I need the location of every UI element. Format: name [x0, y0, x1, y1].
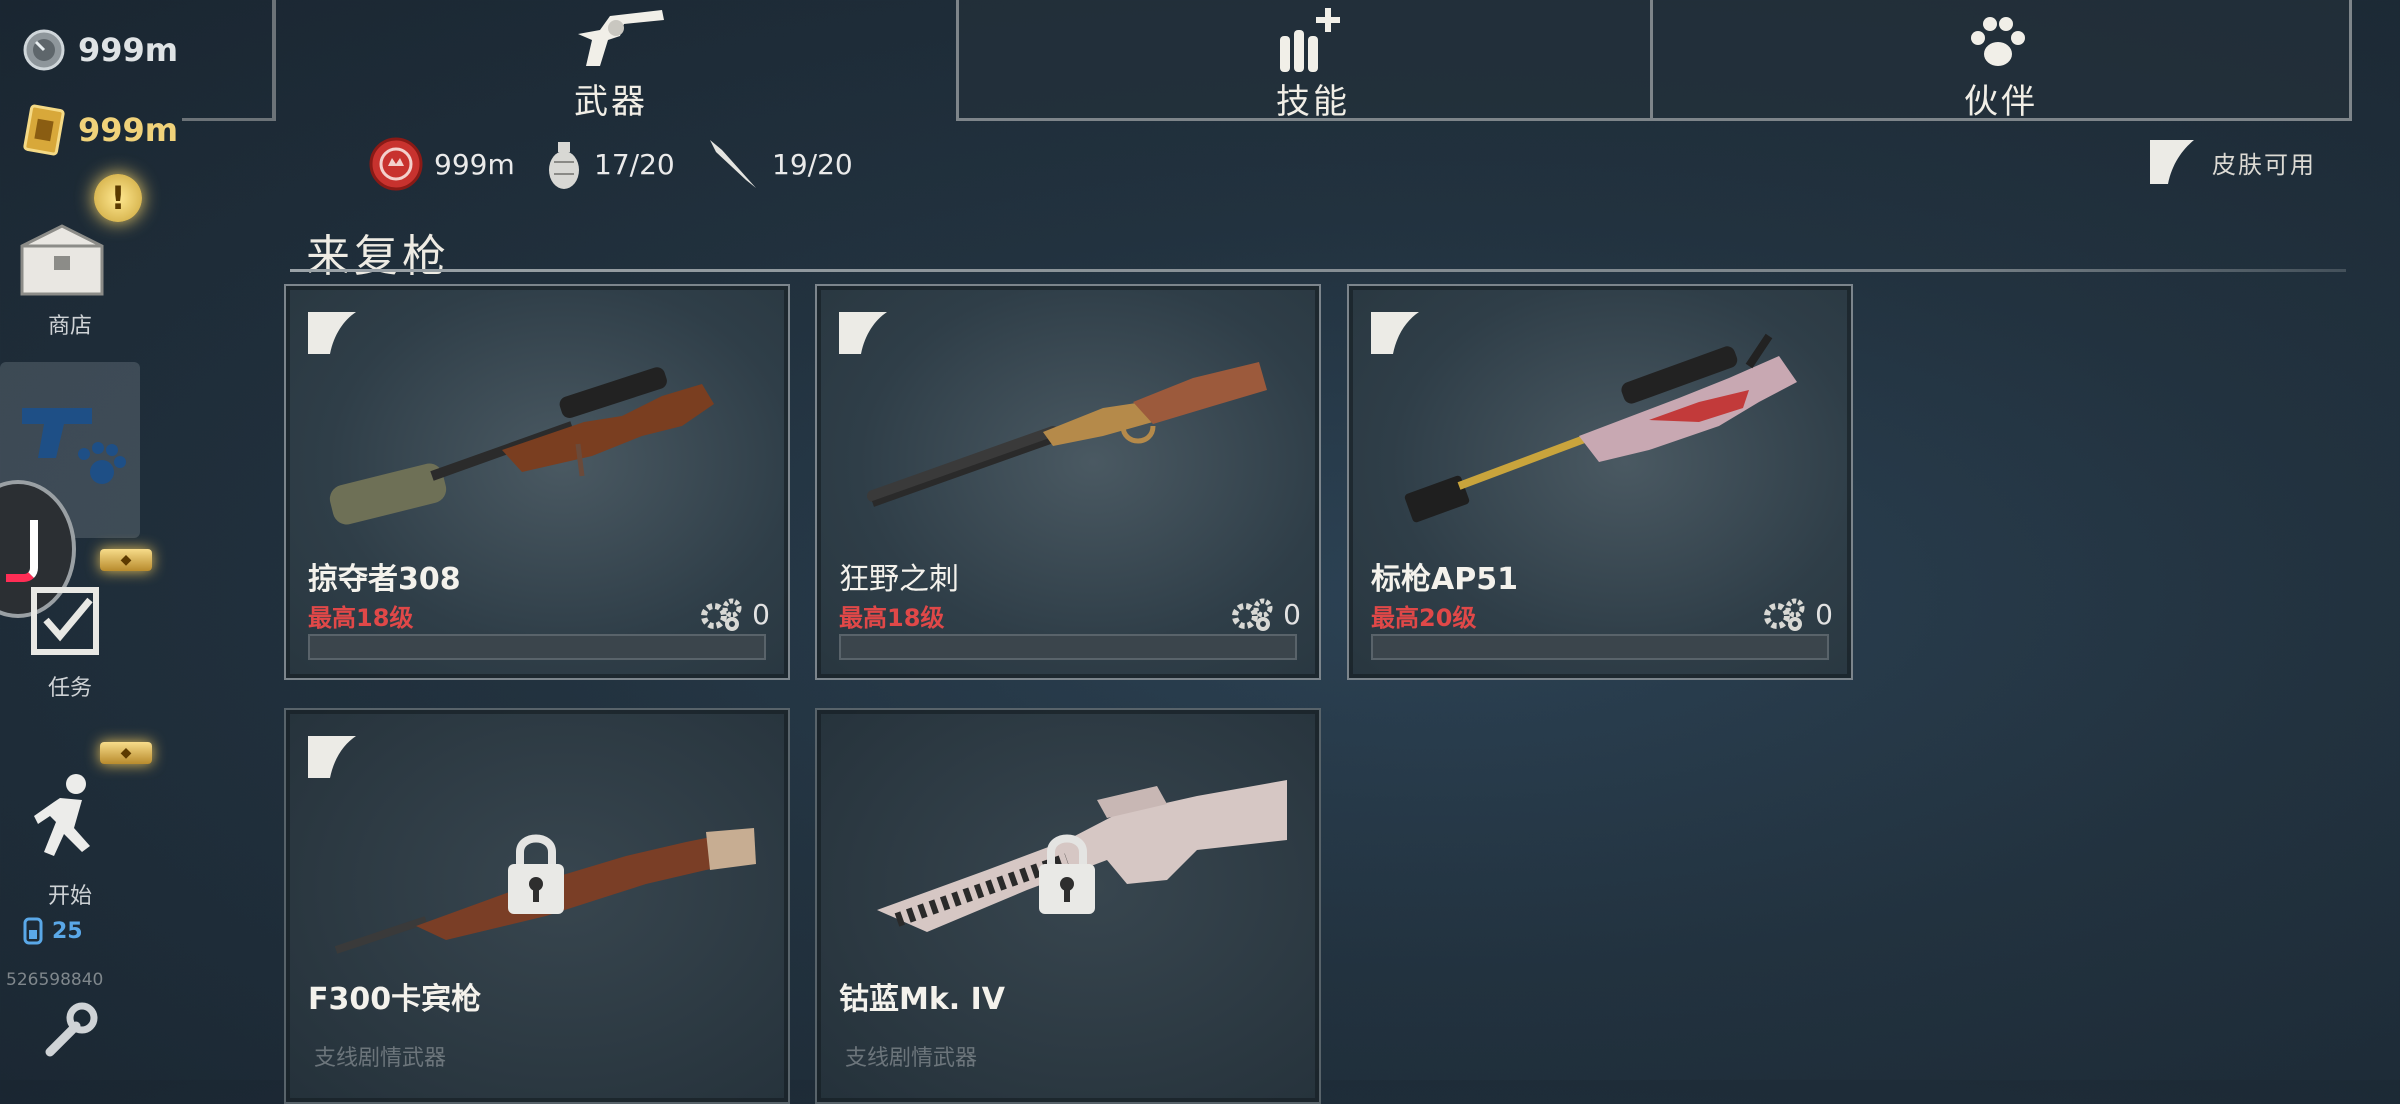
silver-coin-icon	[23, 29, 65, 71]
skin-available-indicator[interactable]: 皮肤可用	[2146, 134, 2316, 190]
weapon-parts: 0	[1763, 596, 1833, 632]
tab-bar-frame	[956, 0, 2352, 121]
weapon-progress-bar	[1371, 634, 1829, 660]
energy-indicator: 25	[22, 916, 83, 946]
weapon-card[interactable]: 标枪AP51 最高20级 0	[1347, 284, 1853, 680]
start-button[interactable]	[24, 772, 114, 872]
weapon-parts: 0	[1231, 596, 1301, 632]
weapon-card[interactable]: 掠夺者308 最高18级 0	[284, 284, 790, 680]
rifle-image	[329, 367, 714, 525]
lock-icon	[508, 834, 564, 914]
shop-button[interactable]	[12, 216, 122, 312]
player-id: 526598840	[6, 970, 104, 990]
knife-value: 19/20	[772, 147, 853, 181]
tab-weapons[interactable]: 武器	[500, 0, 740, 125]
tab-skills-label: 技能	[1276, 82, 1350, 122]
tasks-label: 任务	[47, 676, 92, 701]
weapon-parts-count: 0	[752, 597, 770, 631]
weapon-max-level: 最高18级	[308, 604, 414, 632]
alert-icon[interactable]: !	[94, 174, 142, 222]
gears-icon	[1232, 598, 1273, 631]
weapon-card[interactable]: 狂野之刺 最高18级 0	[815, 284, 1321, 680]
weapon-parts-count: 0	[1283, 597, 1301, 631]
chest-icon	[20, 224, 104, 296]
tab-partners-label: 伙伴	[1964, 82, 2038, 122]
paw-icon	[1971, 17, 2025, 66]
silver-currency: 999m	[22, 28, 178, 72]
tab-divider	[1650, 0, 1653, 118]
grenade-icon	[549, 142, 579, 189]
sidebar: 999m 999m ! 商店 ◆ 任务 ◆ 开始 25 526598840	[0, 0, 185, 1080]
bullets-plus-icon	[1280, 8, 1340, 72]
skin-available-label: 皮肤可用	[2212, 150, 2316, 179]
checkbox-icon	[31, 587, 99, 655]
tab-partners[interactable]: 伙伴	[1920, 0, 2080, 122]
weapon-subtitle: 支线剧情武器	[845, 1046, 978, 1071]
weapon-name: 钴蓝Mk. IV	[839, 982, 1006, 1017]
weapon-name: 掠夺者308	[308, 562, 461, 597]
grenade-stat: 17/20	[544, 136, 675, 192]
tasks-reward-tag: ◆	[100, 549, 152, 571]
rifle-image	[867, 362, 1267, 507]
gears-icon	[701, 598, 742, 631]
tab-divider	[272, 0, 276, 120]
start-reward-tag: ◆	[100, 742, 152, 764]
gold-currency: 999m	[22, 104, 178, 156]
tab-divider	[182, 118, 276, 121]
weapon-parts-count: 0	[1815, 597, 1833, 631]
skin-badge-icon	[308, 736, 356, 778]
token-value: 999m	[434, 147, 515, 181]
weapon-progress-bar	[308, 634, 766, 660]
running-man-icon	[34, 774, 90, 856]
gold-bar-icon	[23, 104, 65, 156]
rifle-image	[1404, 333, 1797, 523]
weapon-progress-bar	[839, 634, 1297, 660]
weapon-max-level: 最高20级	[1371, 604, 1477, 632]
revolver-icon	[578, 10, 664, 66]
weapon-name: F300卡宾枪	[308, 982, 482, 1017]
settings-button[interactable]	[42, 1000, 98, 1064]
weapon-card-locked[interactable]: 钴蓝Mk. IV 支线剧情武器	[815, 708, 1321, 1104]
section-title: 来复枪	[306, 231, 450, 282]
weapon-subtitle: 支线剧情武器	[314, 1046, 447, 1071]
grenade-value: 17/20	[594, 147, 675, 181]
knife-stat: 19/20	[706, 136, 853, 192]
weapon-name: 狂野之刺	[839, 562, 959, 597]
silver-amount: 999m	[78, 31, 179, 69]
knife-icon	[710, 140, 756, 188]
weapon-card-locked[interactable]: F300卡宾枪 支线剧情武器	[284, 708, 790, 1104]
wrench-icon	[45, 1002, 98, 1057]
weapon-name: 标枪AP51	[1371, 562, 1518, 597]
gears-icon	[1764, 598, 1805, 631]
token-icon	[369, 137, 423, 191]
shop-label: 商店	[47, 314, 92, 339]
energy-value: 25	[52, 918, 83, 944]
start-label: 开始	[47, 884, 92, 909]
tab-skills[interactable]: 技能	[1230, 0, 1390, 122]
tab-weapons-label: 武器	[574, 82, 648, 122]
lock-icon	[1039, 834, 1095, 914]
token-stat: 999m	[368, 136, 515, 192]
skin-badge-icon	[2150, 140, 2194, 184]
section-divider	[290, 269, 2346, 272]
weapon-max-level: 最高18级	[839, 604, 945, 632]
tasks-button[interactable]	[28, 580, 108, 660]
energy-icon	[23, 917, 43, 945]
weapon-parts: 0	[700, 596, 770, 632]
gold-amount: 999m	[78, 111, 179, 149]
